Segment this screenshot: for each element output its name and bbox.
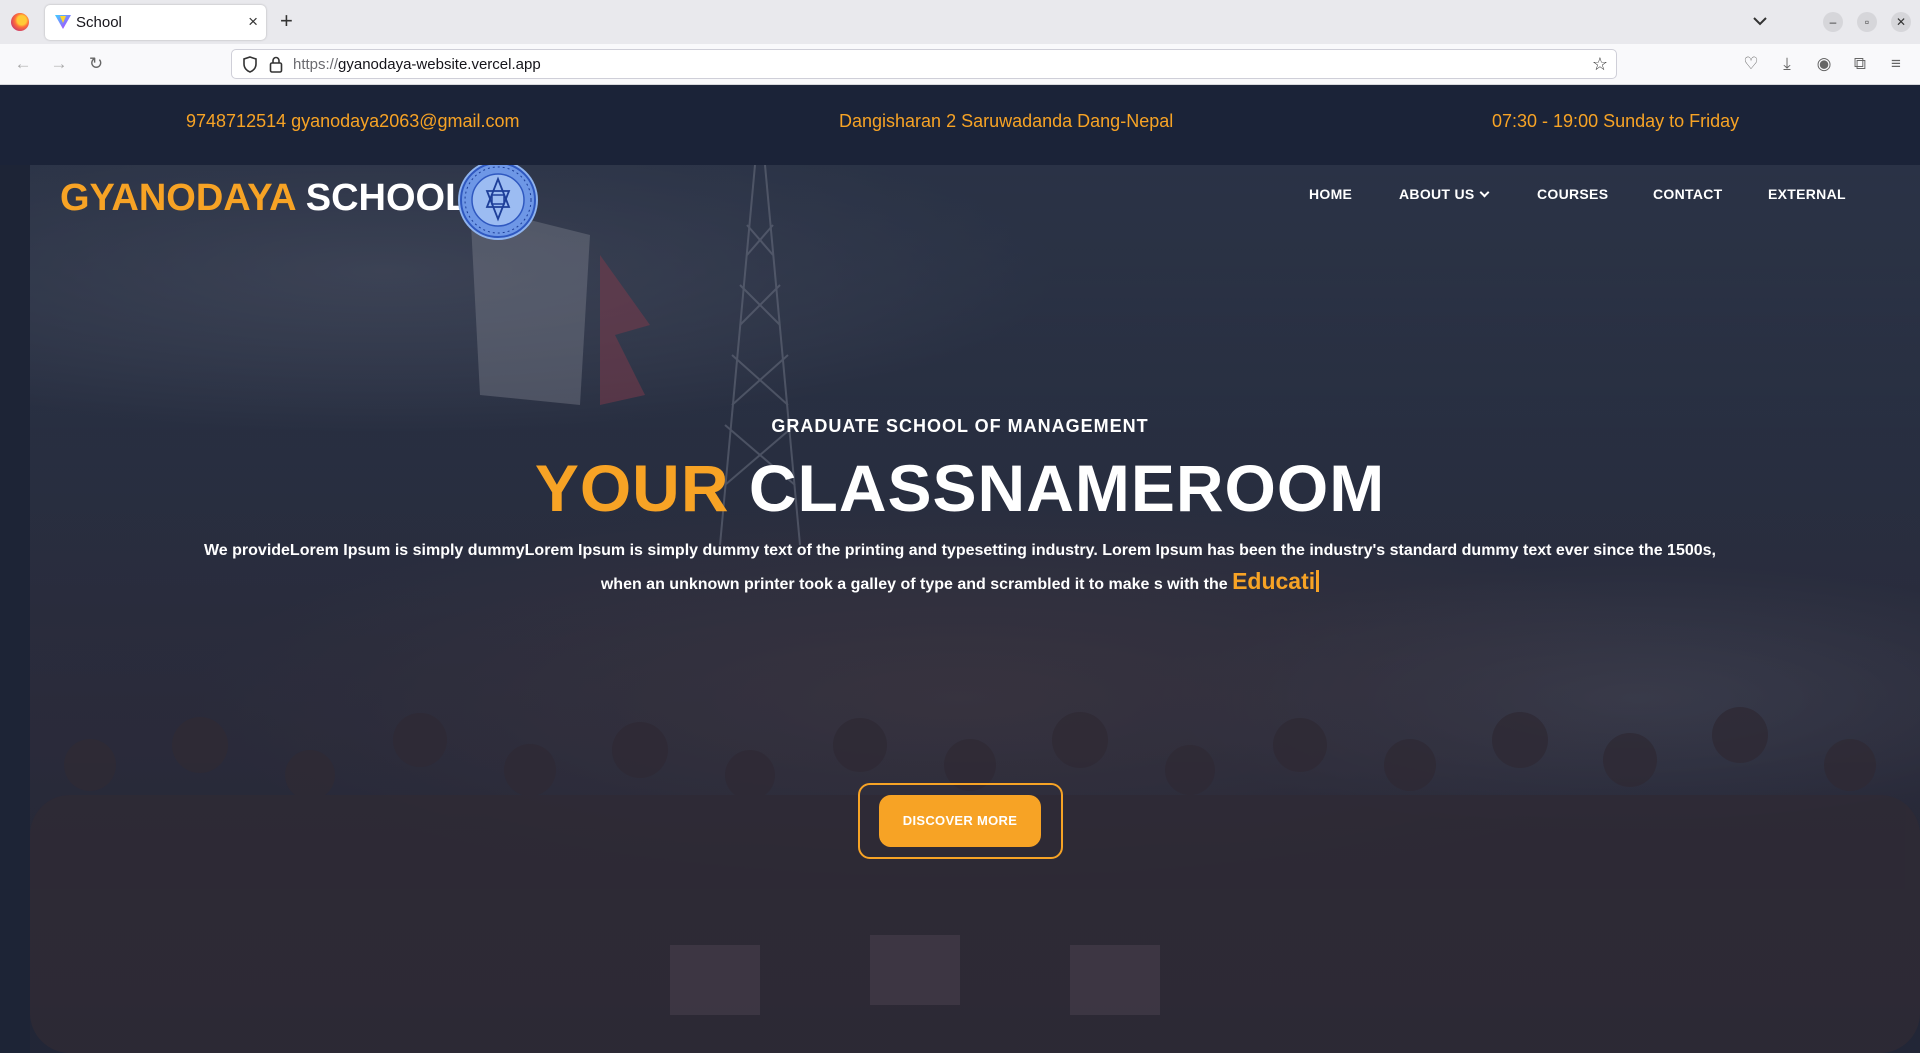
nav-about-us-label: ABOUT US (1399, 186, 1475, 202)
discover-more-button[interactable]: DISCOVER MORE (879, 795, 1041, 847)
hero-section: GYANODAYA SCHOOL HOME ABOUT US COURSES C… (0, 165, 1920, 1053)
address-bar[interactable]: https://gyanodaya-website.vercel.app ☆ (231, 49, 1617, 79)
headline-part1: YOUR (534, 451, 730, 525)
school-brand[interactable]: GYANODAYA SCHOOL (60, 177, 468, 220)
close-tab-icon[interactable]: × (248, 12, 258, 32)
chevron-down-icon (1479, 187, 1489, 198)
menu-icon[interactable]: ≡ (1886, 54, 1906, 74)
firefox-logo-icon[interactable] (11, 13, 29, 31)
account-icon[interactable]: ◉ (1814, 54, 1834, 74)
typing-caret (1316, 570, 1320, 592)
nav-contact[interactable]: CONTACT (1653, 186, 1723, 202)
url-scheme: https:// (293, 56, 339, 73)
url-text[interactable]: https://gyanodaya-website.vercel.app (293, 56, 541, 73)
extensions-icon[interactable]: ⧉ (1850, 54, 1870, 74)
description-text: We provideLorem Ipsum is simply dummyLor… (203, 542, 1716, 593)
tab-title: School (76, 14, 122, 31)
hero-subtitle: GRADUATE SCHOOL OF MANAGEMENT (771, 416, 1149, 436)
pocket-icon[interactable]: ♡ (1741, 54, 1761, 74)
vercel-favicon-icon (55, 15, 71, 29)
nav-home[interactable]: HOME (1309, 186, 1352, 202)
brand-name-part2: SCHOOL (305, 177, 469, 219)
reload-icon[interactable]: ↻ (86, 54, 106, 74)
contact-info-bar: 9748712514 gyanodaya2063@gmail.com Dangi… (0, 85, 1920, 165)
hero-left-edge (0, 165, 30, 1053)
url-host: gyanodaya-website.vercel.app (338, 56, 541, 73)
browser-tab-school[interactable]: School × (45, 5, 266, 40)
browser-tab-bar: School × + – ▫ ✕ (0, 0, 1920, 44)
forward-icon[interactable]: → (49, 54, 69, 74)
download-icon[interactable]: ⤓ (1777, 54, 1797, 74)
restore-icon[interactable]: ▫ (1857, 12, 1877, 32)
minimize-icon[interactable]: – (1823, 12, 1843, 32)
typed-word: Educati (1232, 568, 1316, 594)
contact-phone-email: 9748712514 gyanodaya2063@gmail.com (186, 111, 520, 131)
nav-courses[interactable]: COURSES (1537, 186, 1608, 202)
close-window-icon[interactable]: ✕ (1891, 12, 1911, 32)
lock-icon[interactable] (269, 56, 283, 73)
nav-external[interactable]: EXTERNAL (1768, 186, 1846, 202)
school-seal-logo[interactable] (457, 165, 539, 241)
back-icon[interactable]: ← (13, 54, 33, 74)
headline-part2: CLASSNAMEROOM (748, 451, 1386, 525)
nav-about-us[interactable]: ABOUT US (1399, 186, 1489, 202)
school-address: Dangisharan 2 Saruwadanda Dang-Nepal (839, 111, 1174, 131)
hero-headline: YOUR CLASSNAMEROOM (0, 450, 1920, 526)
opening-hours: 07:30 - 19:00 Sunday to Friday (1492, 111, 1740, 131)
bookmark-star-icon[interactable]: ☆ (1592, 54, 1608, 75)
new-tab-button[interactable]: + (280, 8, 293, 34)
shield-icon[interactable] (242, 56, 258, 73)
tab-list-icon[interactable] (1751, 12, 1769, 30)
brand-name-part1: GYANODAYA (60, 177, 296, 219)
hero-description: We provideLorem Ipsum is simply dummyLor… (190, 535, 1730, 600)
browser-nav-bar: ← → ↻ https://gyanodaya-website.vercel.a… (0, 44, 1920, 85)
web-page: 9748712514 gyanodaya2063@gmail.com Dangi… (0, 85, 1920, 1053)
